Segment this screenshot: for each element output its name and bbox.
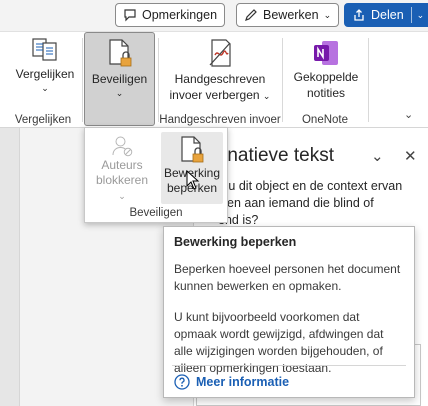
tooltip-divider bbox=[172, 365, 406, 366]
compare-button[interactable]: Vergelijken ⌄ bbox=[9, 34, 81, 104]
onenote-icon bbox=[314, 41, 338, 65]
restrict-editing-button[interactable]: Bewerking beperken bbox=[161, 132, 223, 204]
protect-button[interactable]: Beveiligen ⌄ bbox=[84, 32, 155, 126]
pane-text-line: u u dit object en de context ervan bbox=[218, 179, 403, 193]
group-label-compare: Vergelijken bbox=[14, 114, 72, 126]
tooltip-paragraph: U kunt bijvoorbeeld voorkomen dat opmaak… bbox=[174, 310, 384, 375]
group-label-ink: Handgeschreven invoer bbox=[159, 114, 281, 126]
group-onenote: Gekoppelde notities OneNote bbox=[284, 32, 366, 128]
block-authors-label-line1: Auteurs bbox=[101, 158, 143, 172]
group-protect: Beveiligen ⌄ bbox=[84, 32, 156, 128]
document-page-edge bbox=[0, 128, 20, 406]
hide-ink-label-line1: Handgeschreven bbox=[174, 72, 266, 86]
chevron-down-icon: ⌄ bbox=[115, 88, 124, 98]
group-label-onenote: OneNote bbox=[301, 114, 349, 126]
pane-description: u u dit object en de context ervan jven … bbox=[218, 178, 418, 229]
help-icon bbox=[174, 374, 190, 390]
comment-icon bbox=[124, 9, 136, 22]
editing-label: Bewerken bbox=[263, 8, 319, 22]
mouse-cursor-icon bbox=[186, 170, 200, 190]
pane-title: rnatieve tekst bbox=[221, 145, 334, 166]
chevron-down-icon[interactable]: ⌄ bbox=[417, 10, 425, 21]
lock-document-icon bbox=[108, 39, 131, 67]
comments-label: Opmerkingen bbox=[142, 8, 218, 22]
more-info-label: Meer informatie bbox=[196, 375, 290, 389]
comments-button[interactable]: Opmerkingen bbox=[115, 3, 226, 27]
block-authors-icon bbox=[112, 136, 133, 157]
tooltip-title: Bewerking beperken bbox=[174, 235, 297, 249]
protect-label: Beveiligen bbox=[91, 72, 148, 86]
collapse-ribbon-icon[interactable]: ⌄ bbox=[404, 108, 413, 121]
share-label: Delen bbox=[371, 8, 404, 22]
title-bar: Opmerkingen Bewerken ⌄ Delen ⌄ bbox=[0, 0, 428, 31]
group-divider bbox=[82, 38, 83, 122]
block-authors-button[interactable]: Auteurs blokkeren ⌄ bbox=[91, 132, 153, 204]
linked-notes-label-line2: notities bbox=[306, 86, 346, 100]
group-compare: Vergelijken ⌄ Vergelijken bbox=[5, 32, 81, 128]
pane-text-line: jven aan iemand die blind of bbox=[218, 196, 374, 210]
compare-label: Vergelijken bbox=[15, 67, 75, 81]
block-authors-label-line2: blokkeren ⌄ bbox=[95, 173, 149, 201]
ribbon: Vergelijken ⌄ Vergelijken Beveiligen ⌄ H… bbox=[0, 31, 428, 128]
hide-ink-button[interactable]: Handgeschreven invoer verbergen ⌄ bbox=[167, 34, 273, 106]
chevron-down-icon: ⌄ bbox=[41, 83, 49, 93]
group-ink: Handgeschreven invoer verbergen ⌄ Handge… bbox=[159, 32, 281, 128]
split-divider bbox=[410, 7, 412, 23]
share-button[interactable]: Delen ⌄ bbox=[344, 3, 428, 27]
share-icon bbox=[354, 9, 364, 21]
pencil-icon bbox=[245, 9, 257, 21]
more-info-link[interactable]: Meer informatie bbox=[174, 374, 289, 390]
chevron-down-icon: ⌄ bbox=[323, 9, 332, 20]
linked-notes-label-line1: Gekoppelde bbox=[293, 70, 359, 84]
tooltip-paragraph: Beperken hoeveel personen het document k… bbox=[174, 262, 401, 293]
pane-options-chevron-icon[interactable]: ⌄ bbox=[371, 147, 384, 165]
restrict-editing-icon bbox=[181, 136, 204, 163]
compare-documents-icon bbox=[32, 38, 57, 61]
group-divider bbox=[368, 38, 369, 122]
linked-notes-button[interactable]: Gekoppelde notities bbox=[288, 34, 364, 106]
dropdown-group-label: Beveiligen bbox=[129, 207, 183, 219]
hide-ink-label-line2: invoer verbergen ⌄ bbox=[169, 88, 271, 102]
hide-ink-icon bbox=[209, 39, 231, 67]
tooltip-restrict-editing: Bewerking beperken Beperken hoeveel pers… bbox=[163, 226, 415, 398]
group-divider bbox=[282, 38, 283, 122]
editing-mode-button[interactable]: Bewerken ⌄ bbox=[236, 3, 340, 27]
protect-dropdown: Auteurs blokkeren ⌄ Bewerking beperken B… bbox=[84, 127, 228, 223]
close-pane-icon[interactable]: ✕ bbox=[404, 147, 417, 165]
